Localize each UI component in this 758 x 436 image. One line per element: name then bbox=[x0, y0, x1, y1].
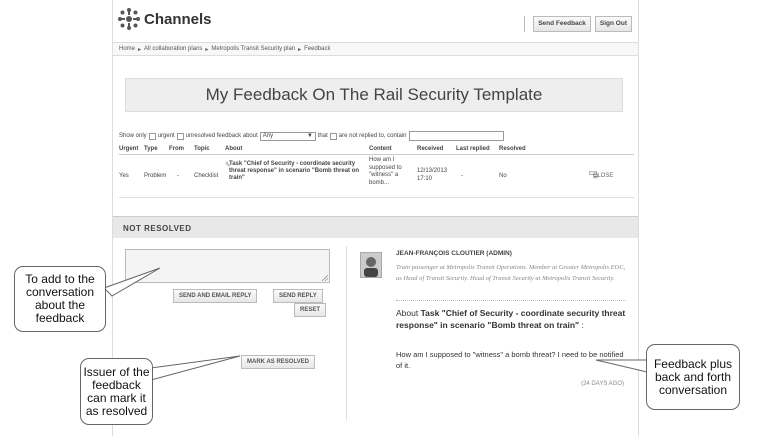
table-row[interactable]: Yes Problem - Checklist ✎ Task "Chief of… bbox=[119, 157, 634, 198]
about-select-value: Any bbox=[262, 132, 274, 139]
col-content[interactable]: Content bbox=[369, 146, 392, 152]
col-about[interactable]: About bbox=[225, 146, 242, 152]
col-topic[interactable]: Topic bbox=[194, 146, 210, 152]
send-feedback-button[interactable]: Send Feedback bbox=[533, 16, 591, 32]
sign-out-button[interactable]: Sign Out bbox=[594, 16, 632, 32]
feedback-author[interactable]: JEAN-FRANÇOIS CLOUTIER (ADMIN) bbox=[396, 250, 512, 257]
cell-from: - bbox=[177, 173, 179, 179]
cell-content: How am I supposed to "witness" a bomb... bbox=[369, 157, 402, 186]
app-frame: Channels Send Feedback Sign Out Home ▸ A… bbox=[112, 0, 639, 436]
not-replied-checkbox[interactable] bbox=[329, 132, 337, 140]
callout-conversation: Feedback plus back and forth conversatio… bbox=[646, 344, 740, 410]
resize-handle-icon[interactable] bbox=[322, 275, 328, 281]
callout-add-text: To add to the conversation about the fee… bbox=[25, 272, 95, 325]
logo[interactable]: Channels bbox=[118, 8, 212, 30]
about-suffix: : bbox=[579, 320, 584, 330]
about-select[interactable]: Any ▼ bbox=[259, 131, 316, 141]
cell-type: Problem bbox=[144, 173, 167, 179]
breadcrumb-plan[interactable]: Metropolis Transit Security plan bbox=[211, 46, 295, 52]
divider bbox=[396, 300, 626, 301]
top-bar: Channels Send Feedback Sign Out bbox=[113, 0, 638, 40]
contain-input[interactable] bbox=[408, 131, 504, 141]
close-label: CLOSE bbox=[593, 173, 614, 179]
breadcrumb-plans[interactable]: All collaboration plans bbox=[144, 46, 202, 52]
reply-textarea[interactable] bbox=[125, 249, 330, 283]
callout-conversation-text: Feedback plus back and forth conversatio… bbox=[653, 356, 733, 397]
not-resolved-heading: NOT RESOLVED bbox=[113, 216, 638, 238]
page-title: My Feedback On The Rail Security Templat… bbox=[205, 85, 543, 104]
user-photo-icon bbox=[361, 253, 381, 277]
breadcrumb-separator: ▸ bbox=[205, 47, 209, 53]
cell-last-replied: - bbox=[461, 173, 463, 179]
unresolved-label: unresolved feedback about bbox=[185, 133, 258, 139]
close-button[interactable]: ⊟ CLOSE bbox=[589, 171, 613, 180]
col-received[interactable]: Received bbox=[417, 146, 443, 152]
breadcrumb-separator: ▸ bbox=[138, 47, 142, 53]
about-task-link[interactable]: Task "Chief of Security - coordinate sec… bbox=[396, 308, 625, 330]
reset-button[interactable]: RESET bbox=[294, 303, 327, 317]
divider bbox=[346, 246, 347, 421]
cell-about[interactable]: Task "Chief of Security - coordinate sec… bbox=[229, 161, 365, 182]
table-header: Urgent Type From Topic About Content Rec… bbox=[119, 145, 634, 155]
urgent-label: urgent bbox=[157, 133, 175, 139]
author-bio: Train passenger at Metropolis Transit Op… bbox=[396, 264, 626, 282]
callout-add-conversation: To add to the conversation about the fee… bbox=[14, 266, 106, 332]
filter-label: Show only bbox=[119, 133, 147, 139]
channels-logo-icon bbox=[118, 8, 140, 30]
cell-resolved: No bbox=[499, 173, 507, 179]
col-from[interactable]: From bbox=[169, 146, 184, 152]
col-type[interactable]: Type bbox=[144, 146, 158, 152]
divider bbox=[524, 16, 526, 32]
cell-topic: Checklist bbox=[194, 173, 219, 179]
not-replied-label: are not replied to, contain bbox=[338, 133, 407, 139]
send-and-email-reply-button[interactable]: SEND AND EMAIL REPLY bbox=[173, 289, 258, 303]
cell-urgent: Yes bbox=[119, 173, 129, 179]
feedback-age: (24 DAYS AGO) bbox=[581, 381, 624, 387]
col-urgent[interactable]: Urgent bbox=[119, 146, 138, 152]
urgent-checkbox[interactable] bbox=[148, 132, 156, 140]
col-resolved[interactable]: Resolved bbox=[499, 146, 526, 152]
top-actions: Send Feedback Sign Out bbox=[524, 16, 632, 32]
callout-issuer: Issuer of the feedback can mark it as re… bbox=[80, 358, 153, 425]
that-label: that bbox=[317, 133, 328, 139]
send-reply-button[interactable]: SEND REPLY bbox=[273, 289, 323, 303]
avatar bbox=[360, 252, 382, 278]
dropdown-arrow-icon: ▼ bbox=[306, 132, 313, 139]
breadcrumb-separator: ▸ bbox=[298, 47, 302, 53]
feedback-message: How am I supposed to "witness" a bomb th… bbox=[396, 350, 624, 370]
unresolved-checkbox[interactable] bbox=[176, 132, 184, 140]
page-title-box: My Feedback On The Rail Security Templat… bbox=[125, 78, 623, 112]
col-last-replied[interactable]: Last replied bbox=[456, 146, 490, 152]
mark-as-resolved-button[interactable]: MARK AS RESOLVED bbox=[241, 355, 316, 369]
logo-text: Channels bbox=[144, 10, 212, 28]
breadcrumb-home[interactable]: Home bbox=[119, 46, 135, 52]
breadcrumb-feedback: Feedback bbox=[304, 46, 331, 52]
cell-received: 12/13/2013 17:10 bbox=[417, 168, 448, 182]
feedback-about: About Task "Chief of Security - coordina… bbox=[396, 307, 631, 331]
breadcrumb: Home ▸ All collaboration plans ▸ Metropo… bbox=[113, 42, 638, 56]
callout-issuer-text: Issuer of the feedback can mark it as re… bbox=[83, 364, 150, 418]
feedback-filter: Show only urgent unresolved feedback abo… bbox=[119, 131, 634, 141]
about-prefix: About bbox=[396, 308, 421, 318]
